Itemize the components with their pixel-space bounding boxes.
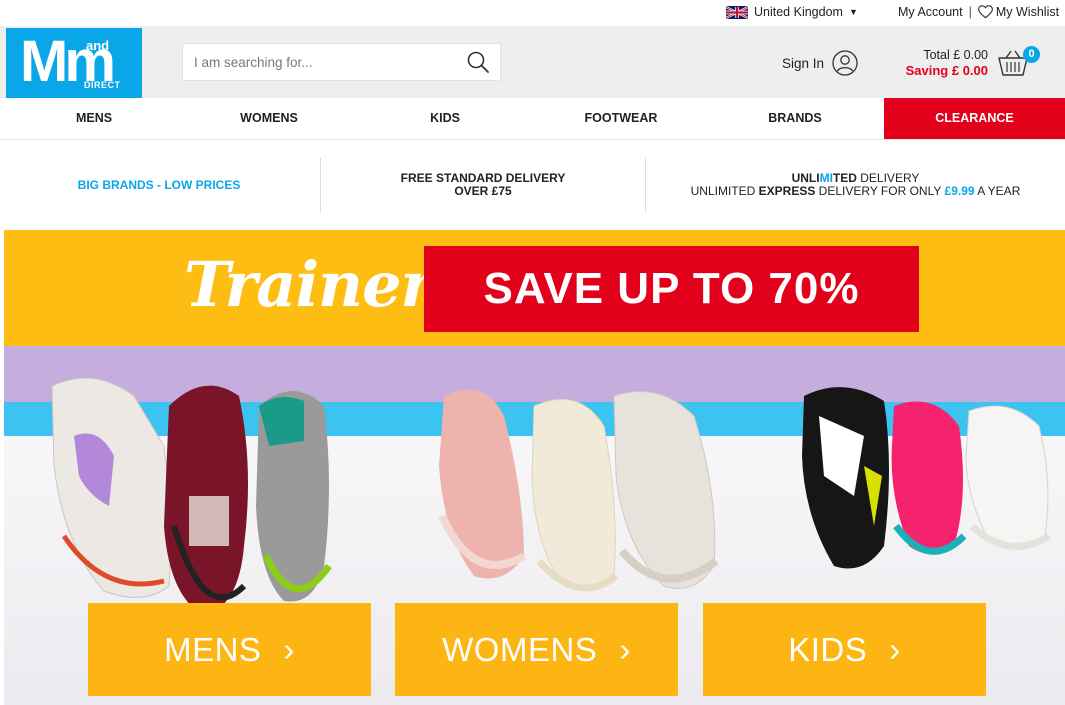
usp-unlimited-delivery[interactable]: UNLIMITED DELIVERY UNLIMITED EXPRESS DEL… [646, 158, 1065, 212]
usp-big-brands[interactable]: BIG BRANDS - LOW PRICES [0, 158, 318, 212]
basket-totals[interactable]: Total £ 0.00 Saving £ 0.00 [900, 48, 988, 78]
account-links: My Account | My Wishlist [898, 5, 1059, 19]
chevron-right-icon: › [619, 631, 631, 668]
trainer-pink-shoe [438, 389, 527, 579]
my-account-link[interactable]: My Account [898, 5, 963, 19]
nav-item-kids[interactable]: KIDS [352, 98, 538, 139]
country-label: United Kingdom [754, 5, 843, 19]
sign-in-label: Sign In [782, 55, 825, 71]
country-selector[interactable]: United Kingdom ▼ [726, 5, 858, 19]
divider [320, 158, 321, 212]
main-nav: MENS WOMENS KIDS FOOTWEAR BRANDS CLEARAN… [0, 98, 1065, 140]
nav-item-mens[interactable]: MENS [0, 98, 188, 139]
chevron-right-icon: › [283, 631, 295, 668]
trainer-burgundy-shoe [164, 385, 248, 616]
search-icon[interactable] [456, 44, 500, 80]
cta-womens-button[interactable]: WOMENS › [395, 603, 678, 696]
hero-banner[interactable]: Trainers SAVE UP TO 70% MENS › WOMENS › … [4, 230, 1065, 705]
trainer-cream-shoe [531, 398, 619, 592]
nav-item-brands[interactable]: BRANDS [702, 98, 888, 139]
cta-mens-button[interactable]: MENS › [88, 603, 371, 696]
cta-kids-label: KIDS [788, 631, 868, 668]
usp-l2-price: £9.99 [944, 184, 975, 198]
header: Mm and DIRECT Sign In Total £ 0.00 Savin… [0, 26, 1065, 98]
usp-free-delivery[interactable]: FREE STANDARD DELIVERY OVER £75 [322, 158, 644, 212]
usp-mi: MI [819, 171, 833, 185]
usp-l2-a: UNLIMITED [690, 184, 759, 198]
user-icon [832, 50, 858, 76]
cta-mens-label: MENS [164, 631, 262, 668]
usp-l2-c: DELIVERY FOR ONLY [815, 184, 945, 198]
logo-and: and [86, 38, 110, 53]
site-logo[interactable]: Mm and DIRECT [6, 28, 142, 98]
search-input[interactable] [183, 44, 456, 80]
trainer-white-purple-shoe [51, 377, 172, 598]
banner-headline-area: Trainers SAVE UP TO 70% [4, 230, 1065, 346]
basket-total: Total £ 0.00 [923, 48, 988, 62]
cta-kids-button[interactable]: KIDS › [703, 603, 986, 696]
chevron-right-icon: › [889, 631, 901, 668]
cta-womens-label: WOMENS [442, 631, 598, 668]
trainer-black-white-shoe [802, 387, 889, 569]
save-up-to-box: SAVE UP TO 70% [424, 246, 919, 332]
usp-ted: TED [832, 171, 857, 185]
usp-unlimited-line2: UNLIMITED EXPRESS DELIVERY FOR ONLY £9.9… [691, 185, 1021, 198]
logo-direct: DIRECT [84, 80, 121, 90]
usp-delivery: DELIVERY [856, 171, 920, 185]
trainer-pink-teal-shoe [891, 401, 967, 555]
uk-flag-icon [726, 5, 748, 19]
utility-bar: United Kingdom ▼ My Account | My Wishlis… [0, 0, 1065, 26]
nav-item-womens[interactable]: WOMENS [176, 98, 362, 139]
separator: | [968, 5, 972, 19]
trainer-grey-green-shoe [256, 391, 332, 602]
basket-count-badge: 0 [1023, 46, 1040, 63]
heart-icon [977, 5, 993, 19]
usp-strip: BIG BRANDS - LOW PRICES FREE STANDARD DE… [0, 140, 1065, 228]
usp-free-delivery-line2: OVER £75 [454, 184, 512, 198]
nav-item-footwear[interactable]: FOOTWEAR [528, 98, 714, 139]
wishlist-label: My Wishlist [995, 5, 1060, 19]
search-bar [182, 43, 501, 81]
usp-unli: UNLI [791, 171, 820, 185]
caret-down-icon: ▼ [848, 7, 858, 17]
nav-item-clearance[interactable]: CLEARANCE [884, 98, 1065, 139]
usp-l2-express: EXPRESS [758, 184, 816, 198]
wishlist-link[interactable]: My Wishlist [977, 5, 1060, 19]
trainer-white-kids-shoe [965, 405, 1051, 550]
trainer-beige-shoe [613, 391, 719, 589]
sign-in-link[interactable]: Sign In [782, 50, 858, 76]
basket-saving: Saving £ 0.00 [905, 63, 988, 78]
usp-l2-d: A YEAR [974, 184, 1021, 198]
